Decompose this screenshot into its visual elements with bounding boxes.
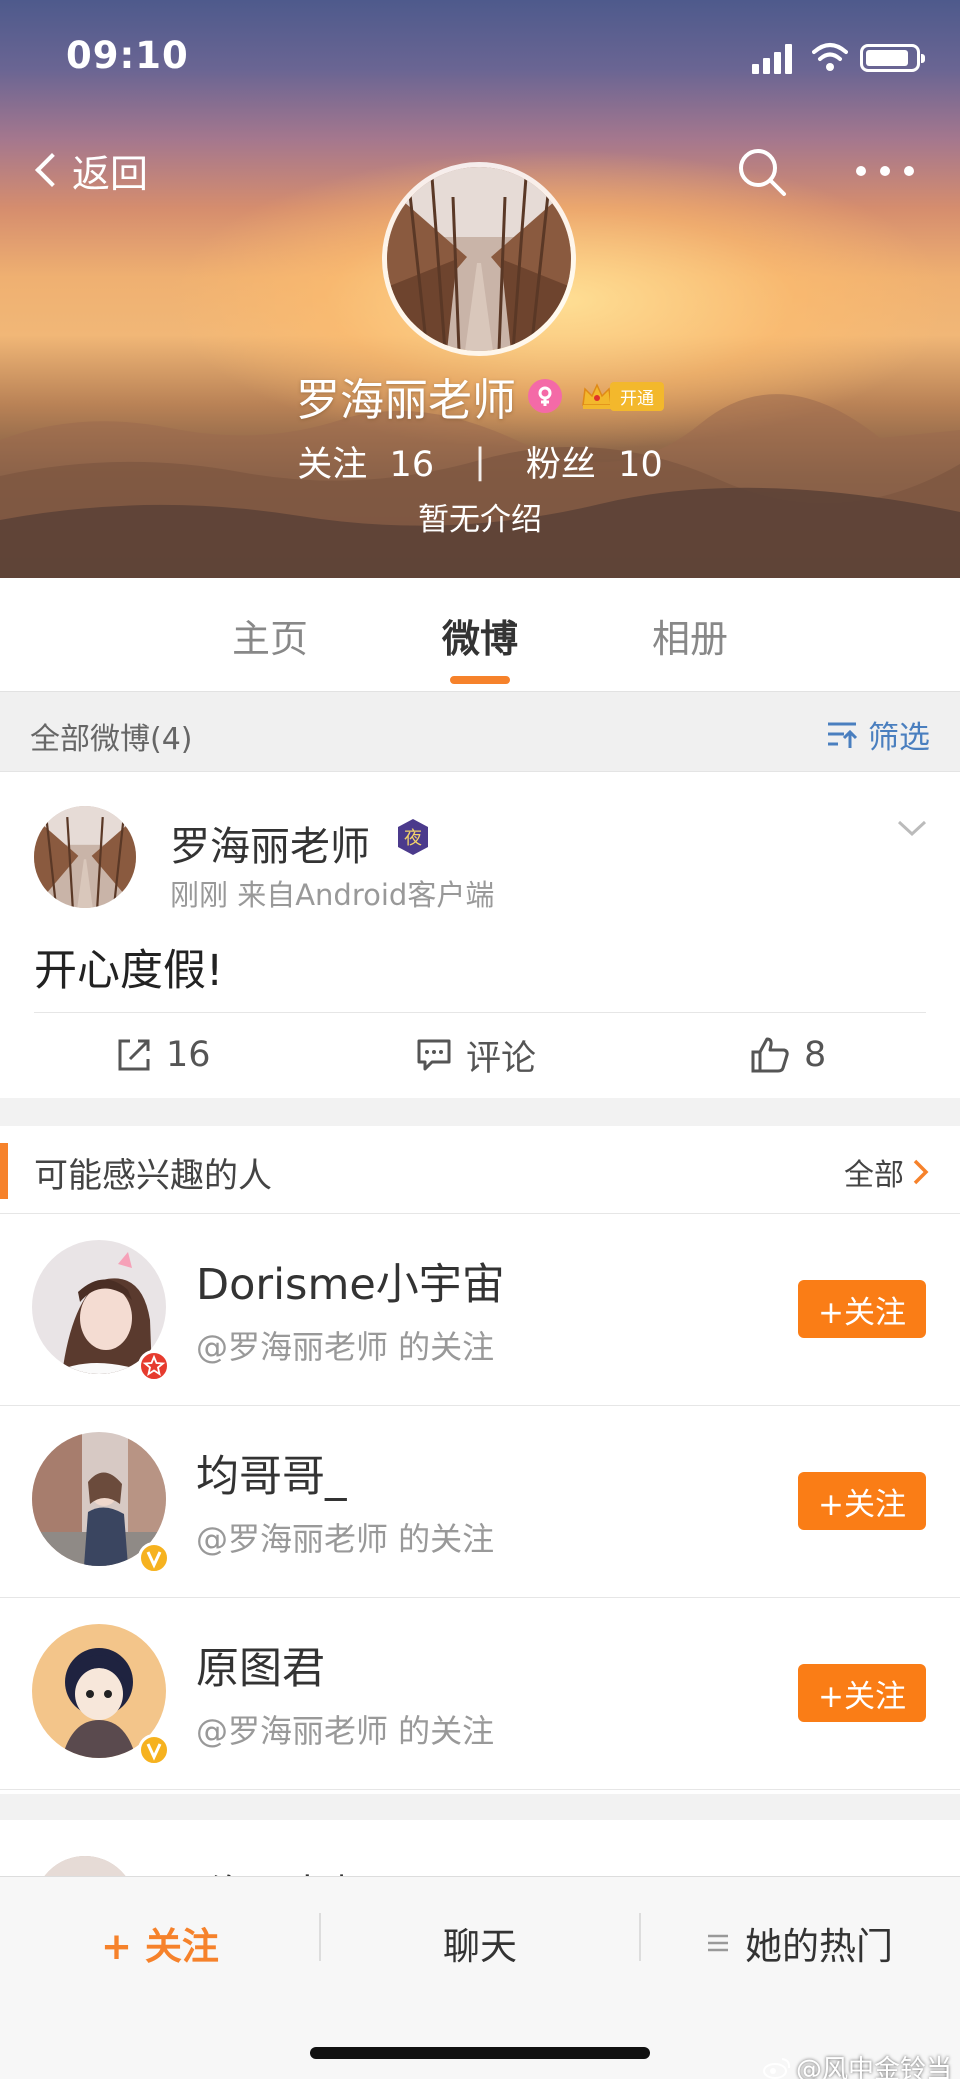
star-badge-icon xyxy=(138,1350,170,1382)
post-author-avatar[interactable] xyxy=(34,806,136,908)
home-indicator[interactable] xyxy=(310,2047,650,2059)
status-bar: 09:10 xyxy=(0,0,960,110)
recommend-user-row[interactable]: Dorisme小宇宙 @罗海丽老师 的关注 +关注 xyxy=(0,1214,960,1406)
follow-button[interactable]: +关注 xyxy=(798,1280,926,1338)
post-author-name[interactable]: 罗海丽老师 xyxy=(170,814,370,872)
recommend-user-row[interactable]: 均哥哥_ @罗海丽老师 的关注 +关注 xyxy=(0,1406,960,1598)
thumbs-up-icon xyxy=(751,1037,789,1073)
female-icon xyxy=(528,379,562,413)
user-name[interactable]: 原图君 xyxy=(196,1634,325,1696)
recommend-users-section: 可能感兴趣的人 全部 Dorisme小宇宙 @罗海丽老师 的关注 +关注 均哥哥… xyxy=(0,1126,960,1794)
bottom-follow-button[interactable]: + 关注 xyxy=(0,1913,320,1973)
post-text: 开心度假! xyxy=(34,946,224,996)
signal-icon xyxy=(752,44,796,74)
comment-label: 评论 xyxy=(466,1038,537,1079)
more-icon[interactable] xyxy=(850,150,920,190)
weibo-logo-icon xyxy=(762,2057,791,2079)
comment-icon xyxy=(417,1039,451,1071)
weibo-post[interactable]: 罗海丽老师 夜 刚刚 来自Android客户端 开心度假! 16 评论 8 xyxy=(0,772,960,1098)
vip-open-badge[interactable]: 开通 xyxy=(580,381,664,411)
night-badge-text: 夜 xyxy=(404,828,422,849)
profile-name-row: 罗海丽老师 开通 xyxy=(0,366,960,426)
chevron-right-icon xyxy=(913,1159,929,1185)
post-divider xyxy=(34,1012,926,1013)
recommend-all-label: 全部 xyxy=(844,1158,904,1193)
profile-bio: 暂无介绍 xyxy=(418,502,542,538)
section-accent-bar xyxy=(0,1143,8,1199)
follow-button[interactable]: +关注 xyxy=(798,1664,926,1722)
battery-icon xyxy=(860,44,925,72)
followers-count-link[interactable]: 粉丝 10 xyxy=(526,436,663,487)
vip-label: 开通 xyxy=(610,381,664,411)
verified-v-icon xyxy=(138,1542,170,1574)
chevron-left-icon xyxy=(35,153,69,187)
wifi-icon xyxy=(812,43,848,71)
filter-button[interactable]: 筛选 xyxy=(826,712,930,757)
all-weibo-label: 全部微博(4) xyxy=(30,722,193,757)
profile-name: 罗海丽老师 xyxy=(296,375,516,426)
user-name[interactable]: Dorisme小宇宙 xyxy=(196,1250,505,1312)
avatar-tree-image xyxy=(34,806,136,908)
recommend-all-link[interactable]: 全部 xyxy=(844,1150,930,1194)
avatar-tree-image xyxy=(387,167,571,351)
crown-icon xyxy=(582,383,612,409)
user-name[interactable]: 均哥哥_ xyxy=(196,1442,347,1504)
like-count: 8 xyxy=(804,1035,827,1075)
bottom-hot-button[interactable]: 她的热门 xyxy=(640,1913,960,1973)
counts-divider: | xyxy=(474,441,486,482)
repost-button[interactable]: 16 xyxy=(116,1022,211,1088)
user-relation: @罗海丽老师 的关注 xyxy=(196,1328,495,1366)
filter-label: 筛选 xyxy=(868,720,930,756)
bottom-action-bar: + 关注 聊天 她的热门 @风中金铃当 xyxy=(0,1876,960,2079)
comment-button[interactable]: 评论 xyxy=(416,1022,536,1088)
bottom-hot-label: 她的热门 xyxy=(745,1925,893,1968)
profile-counts: 关注 16 | 粉丝 10 xyxy=(0,436,960,487)
search-icon[interactable] xyxy=(734,144,790,200)
watermark-text: @风中金铃当 xyxy=(795,2055,952,2079)
profile-tabs: 主页 微博 相册 xyxy=(0,578,960,692)
back-label: 返回 xyxy=(72,151,149,196)
repost-count: 16 xyxy=(166,1035,211,1075)
user-relation: @罗海丽老师 的关注 xyxy=(196,1520,495,1558)
post-meta: 刚刚 来自Android客户端 xyxy=(170,878,495,912)
verified-v-icon xyxy=(138,1734,170,1766)
back-button[interactable]: 返回 xyxy=(28,142,148,198)
repost-icon xyxy=(118,1039,150,1071)
profile-avatar[interactable] xyxy=(382,162,576,356)
chevron-down-icon[interactable] xyxy=(896,812,928,844)
like-button[interactable]: 8 xyxy=(750,1022,826,1088)
recommend-header: 可能感兴趣的人 全部 xyxy=(0,1126,960,1214)
following-label: 关注 xyxy=(297,445,368,485)
list-icon xyxy=(708,1934,728,1952)
followers-label: 粉丝 xyxy=(525,445,596,485)
followers-count: 10 xyxy=(618,445,663,485)
user-relation: @罗海丽老师 的关注 xyxy=(196,1712,495,1750)
following-count: 16 xyxy=(389,445,435,485)
recommend-user-row[interactable]: 原图君 @罗海丽老师 的关注 +关注 xyxy=(0,1598,960,1790)
following-count-link[interactable]: 关注 16 xyxy=(297,436,434,487)
filter-icon xyxy=(828,722,858,748)
tab-home[interactable]: 主页 xyxy=(232,608,308,663)
tab-weibo[interactable]: 微博 xyxy=(442,608,518,663)
profile-cover: 09:10 返回 罗海丽老师 开通 关注 16 | 粉丝 10 暂无介绍 xyxy=(0,0,960,578)
recommend-title: 可能感兴趣的人 xyxy=(34,1156,272,1196)
feed-filter-bar: 全部微博(4) 筛选 xyxy=(0,692,960,772)
watermark: @风中金铃当 xyxy=(762,2049,952,2079)
status-time: 09:10 xyxy=(66,34,189,77)
tab-active-indicator xyxy=(450,676,510,684)
night-badge-icon: 夜 xyxy=(398,819,428,855)
tab-album[interactable]: 相册 xyxy=(652,608,728,663)
profile-page: 09:10 返回 罗海丽老师 开通 关注 16 | 粉丝 10 暂无介绍 主页 … xyxy=(0,0,960,2079)
bottom-chat-button[interactable]: 聊天 xyxy=(320,1913,640,1973)
follow-button[interactable]: +关注 xyxy=(798,1472,926,1530)
